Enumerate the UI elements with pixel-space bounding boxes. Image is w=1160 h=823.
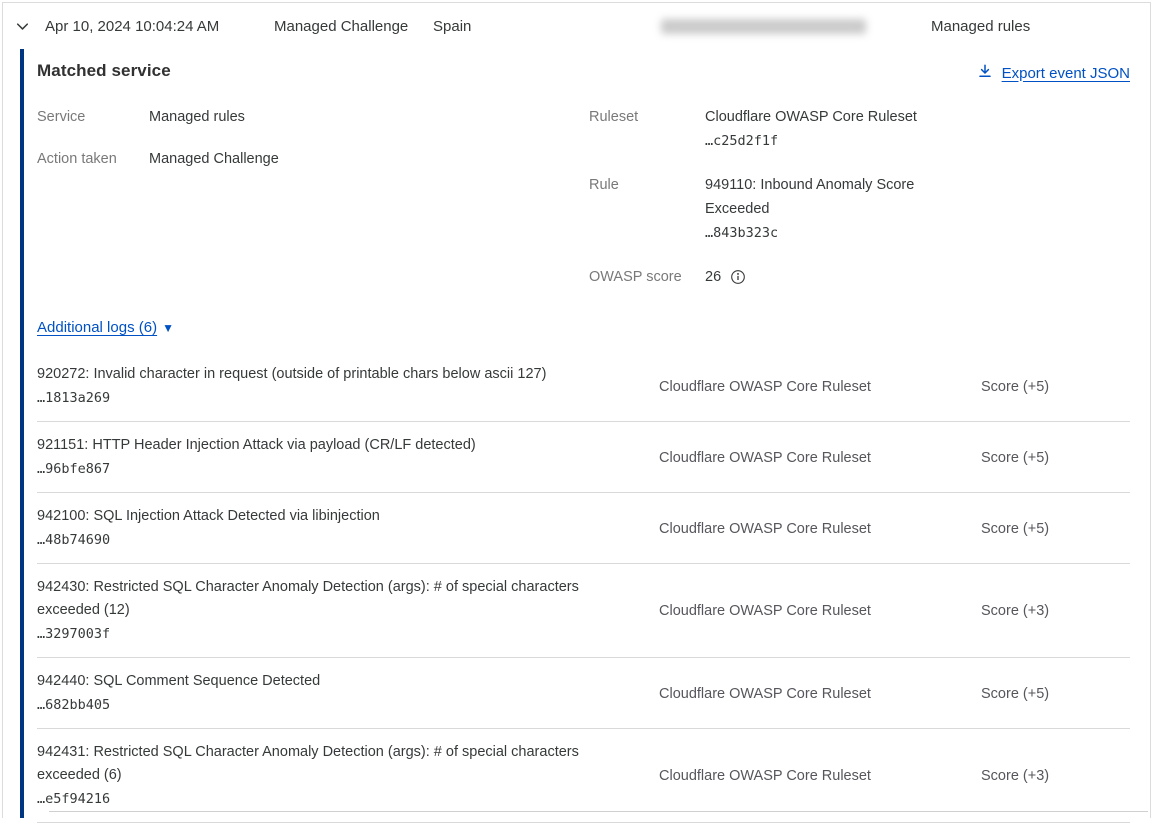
caret-down-icon: ▼ — [162, 322, 174, 334]
field-ruleset: Ruleset Cloudflare OWASP Core Ruleset …c… — [589, 105, 1130, 153]
matched-service-panel: Matched service Export event JSON Servic… — [20, 49, 1150, 818]
rule-name: 949110: Inbound Anomaly Score Exceeded — [705, 177, 914, 217]
log-description-cell: 942100: SQL Injection Attack Detected vi… — [37, 505, 659, 552]
log-ruleset-cell: Cloudflare OWASP Core Ruleset — [659, 450, 981, 466]
event-host-redacted — [661, 19, 931, 34]
log-row: 942430: Restricted SQL Character Anomaly… — [37, 564, 1130, 658]
log-row: 921151: HTTP Header Injection Attack via… — [37, 422, 1130, 493]
log-rule-hash: …e5f94216 — [37, 787, 645, 811]
export-event-json-link[interactable]: Export event JSON — [977, 63, 1130, 83]
log-description: 921151: HTTP Header Injection Attack via… — [37, 437, 476, 453]
firewall-events-view: Apr 10, 2024 10:04:24 AM Managed Challen… — [0, 0, 1160, 818]
log-description: 920272: Invalid character in request (ou… — [37, 366, 546, 382]
log-score-cell: Score (+5) — [981, 450, 1130, 466]
log-description-cell: 942431: Restricted SQL Character Anomaly… — [37, 741, 659, 811]
log-score-cell: Score (+5) — [981, 379, 1130, 395]
next-row-divider — [49, 811, 1148, 812]
matched-service-fields: Service Managed rules Action taken Manag… — [37, 105, 1130, 289]
log-description-cell: 921151: HTTP Header Injection Attack via… — [37, 434, 659, 481]
log-description: 942100: SQL Injection Attack Detected vi… — [37, 508, 380, 524]
event-timestamp: Apr 10, 2024 10:04:24 AM — [45, 18, 274, 35]
log-rule-hash: …96bfe867 — [37, 457, 645, 481]
field-owasp-score-label: OWASP score — [589, 265, 705, 289]
additional-logs-table: 920272: Invalid character in request (ou… — [37, 351, 1130, 823]
field-owasp-score-value: 26 — [705, 265, 746, 289]
additional-logs-label: Additional logs (6) — [37, 319, 157, 336]
log-description-cell: 920272: Invalid character in request (ou… — [37, 363, 659, 410]
log-description: 942440: SQL Comment Sequence Detected — [37, 673, 320, 689]
export-event-json-label: Export event JSON — [1002, 65, 1130, 82]
field-rule-label: Rule — [589, 173, 705, 197]
field-service: Service Managed rules — [37, 105, 589, 129]
field-action-taken-label: Action taken — [37, 147, 149, 171]
field-service-label: Service — [37, 105, 149, 129]
field-owasp-score: OWASP score 26 — [589, 265, 1130, 289]
field-rule-value: 949110: Inbound Anomaly Score Exceeded …… — [705, 173, 939, 245]
log-description-cell: 942440: SQL Comment Sequence Detected …6… — [37, 670, 659, 717]
event-action: Managed Challenge — [274, 18, 433, 35]
log-score-cell: Score (+5) — [981, 686, 1130, 702]
field-action-taken: Action taken Managed Challenge — [37, 147, 589, 171]
field-ruleset-label: Ruleset — [589, 105, 705, 129]
additional-logs-toggle[interactable]: Additional logs (6) ▼ — [37, 319, 174, 336]
log-ruleset-cell: Cloudflare OWASP Core Ruleset — [659, 379, 981, 395]
panel-header: Matched service Export event JSON — [37, 61, 1130, 83]
log-rule-hash: …682bb405 — [37, 693, 645, 717]
ruleset-id-hash: …c25d2f1f — [705, 129, 917, 153]
field-rule: Rule 949110: Inbound Anomaly Score Excee… — [589, 173, 1130, 245]
panel-title: Matched service — [37, 61, 171, 81]
log-rule-hash: …1813a269 — [37, 386, 645, 410]
owasp-score-number: 26 — [705, 265, 721, 289]
log-rule-hash: …48b74690 — [37, 528, 645, 552]
log-score-cell: Score (+3) — [981, 768, 1130, 784]
log-description: 942430: Restricted SQL Character Anomaly… — [37, 579, 579, 618]
log-row: 942431: Restricted SQL Character Anomaly… — [37, 729, 1130, 823]
log-ruleset-cell: Cloudflare OWASP Core Ruleset — [659, 686, 981, 702]
rule-id-hash: …843b323c — [705, 221, 939, 245]
redacted-blur — [661, 19, 866, 34]
event-country: Spain — [433, 18, 661, 35]
log-ruleset-cell: Cloudflare OWASP Core Ruleset — [659, 603, 981, 619]
log-description: 942431: Restricted SQL Character Anomaly… — [37, 744, 579, 783]
log-row: 942100: SQL Injection Attack Detected vi… — [37, 493, 1130, 564]
log-description-cell: 942430: Restricted SQL Character Anomaly… — [37, 576, 659, 646]
event-service: Managed rules — [931, 18, 1150, 35]
field-service-value: Managed rules — [149, 105, 245, 129]
info-icon[interactable] — [730, 269, 746, 285]
ruleset-name: Cloudflare OWASP Core Ruleset — [705, 109, 917, 125]
fields-right-column: Ruleset Cloudflare OWASP Core Ruleset …c… — [589, 105, 1130, 289]
collapse-chevron-icon[interactable] — [15, 19, 45, 34]
log-row: 920272: Invalid character in request (ou… — [37, 351, 1130, 422]
log-score-cell: Score (+5) — [981, 521, 1130, 537]
log-ruleset-cell: Cloudflare OWASP Core Ruleset — [659, 768, 981, 784]
field-action-taken-value: Managed Challenge — [149, 147, 279, 171]
log-score-cell: Score (+3) — [981, 603, 1130, 619]
event-row-expanded: Apr 10, 2024 10:04:24 AM Managed Challen… — [2, 2, 1151, 818]
field-ruleset-value: Cloudflare OWASP Core Ruleset …c25d2f1f — [705, 105, 917, 153]
download-icon — [977, 63, 993, 83]
log-row: 942440: SQL Comment Sequence Detected …6… — [37, 658, 1130, 729]
event-summary-row[interactable]: Apr 10, 2024 10:04:24 AM Managed Challen… — [3, 3, 1150, 49]
additional-logs-row: Additional logs (6) ▼ — [37, 319, 1130, 337]
log-ruleset-cell: Cloudflare OWASP Core Ruleset — [659, 521, 981, 537]
fields-left-column: Service Managed rules Action taken Manag… — [37, 105, 589, 289]
log-rule-hash: …3297003f — [37, 622, 645, 646]
